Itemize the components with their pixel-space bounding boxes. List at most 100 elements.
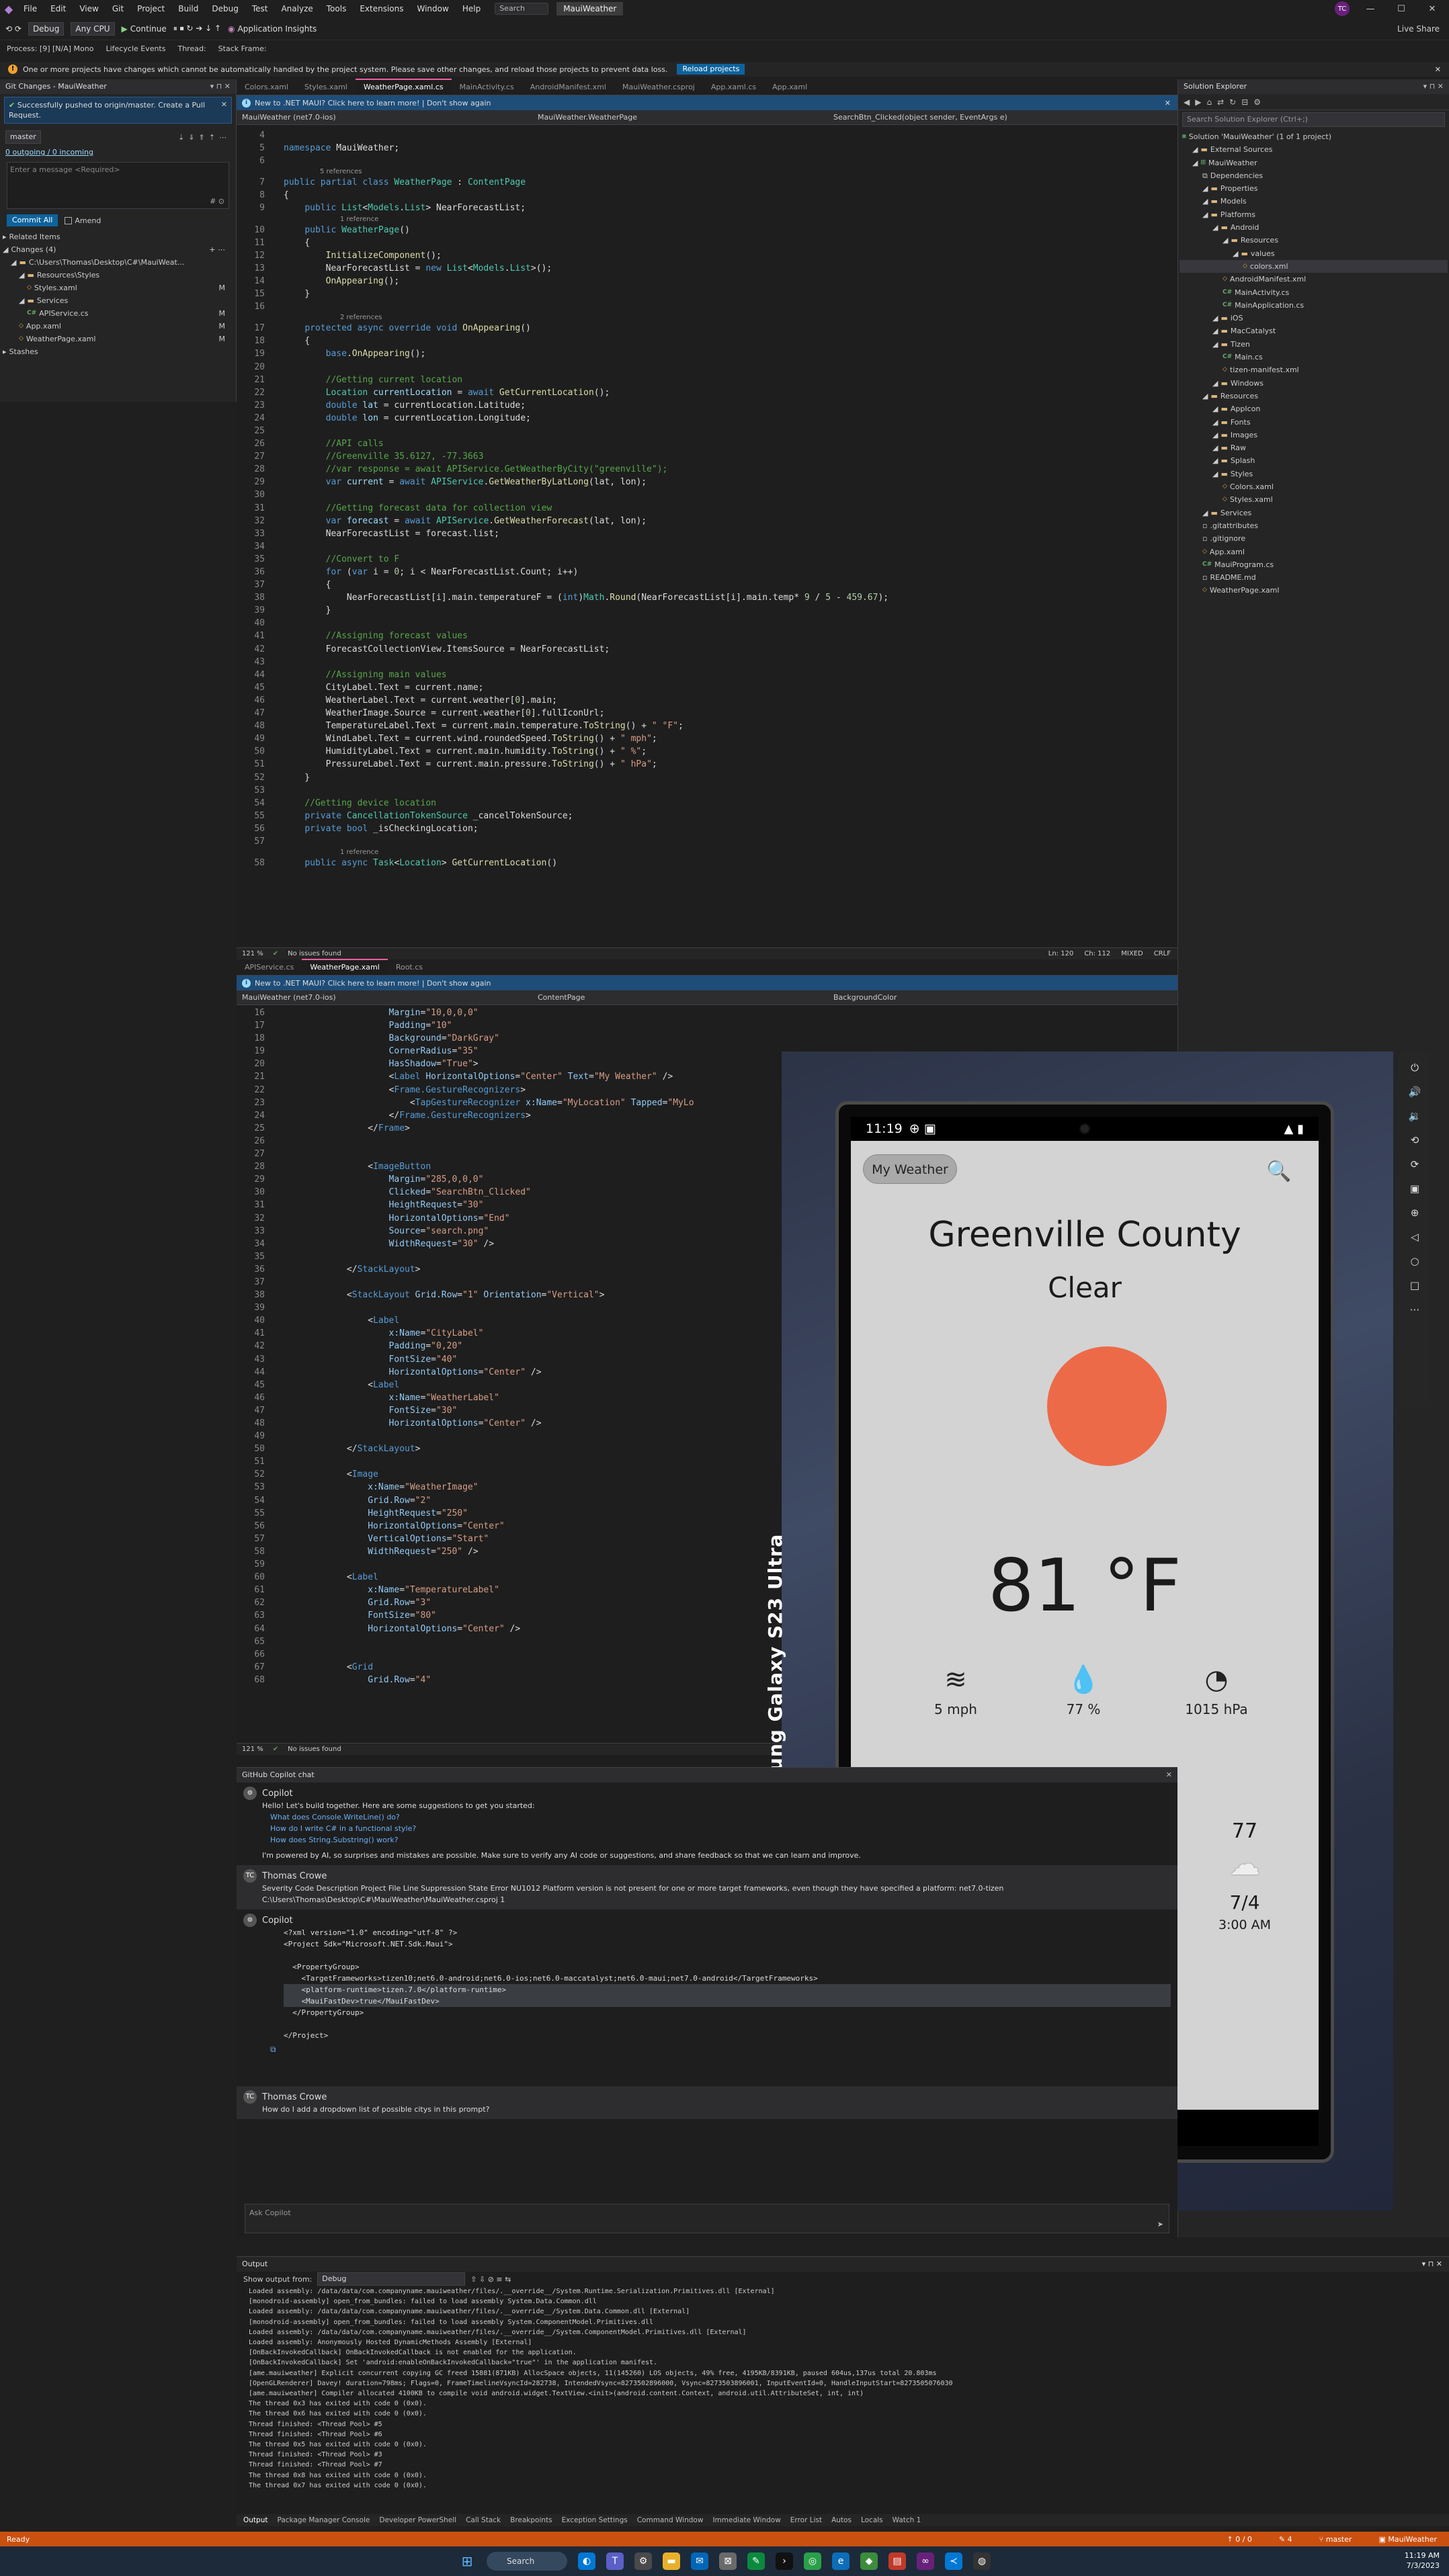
tab-apiservice-cs[interactable]: APIService.cs [237, 960, 302, 975]
insert-code-icon[interactable]: ⧉ [243, 2044, 1171, 2055]
solution-item[interactable]: C# MauiProgram.cs [1179, 558, 1448, 571]
bottom-tab-call-stack[interactable]: Call Stack [466, 2516, 501, 2524]
my-weather-button[interactable]: My Weather [863, 1154, 957, 1184]
solution-item[interactable]: ◢ ▬ AppIcon [1179, 402, 1448, 415]
output-toolbar-icons[interactable]: ⇧ ⇩ ⊘ ≡ ⇆ [470, 2275, 511, 2284]
repo-indicator[interactable]: ▣ MauiWeather [1379, 2535, 1437, 2544]
ask-copilot-input[interactable]: Ask Copilot ➤ [245, 2204, 1169, 2233]
app-icon[interactable]: ◍ [973, 2552, 991, 2570]
solution-item[interactable]: ◢ ▬ Platforms [1179, 208, 1448, 221]
project-dropdown[interactable]: MauiWeather (net7.0-ios) [237, 113, 532, 122]
solution-item[interactable]: ◢ ▬ Models [1179, 195, 1448, 208]
menu-edit[interactable]: Edit [44, 0, 72, 17]
suggestion-link[interactable]: How do I write C# in a functional style? [243, 1823, 1171, 1834]
branch-dropdown[interactable]: master [5, 130, 41, 144]
solution-item[interactable]: ◇ App.xaml [1179, 546, 1448, 558]
refresh-icon[interactable]: ↻ [1229, 97, 1236, 107]
branch-indicator[interactable]: ⑂ master [1319, 2535, 1352, 2544]
menu-test[interactable]: Test [246, 0, 274, 17]
member-dropdown[interactable]: SearchBtn_Clicked(object sender, EventAr… [828, 113, 1013, 122]
solution-item[interactable]: ⧉ Dependencies [1179, 169, 1448, 182]
process-dropdown[interactable]: Process: [9] [N/A] Mono [7, 44, 93, 53]
settings-icon[interactable]: ⚙ [634, 2552, 652, 2570]
solution-item[interactable]: ◢ ▬ Windows [1179, 377, 1448, 390]
solution-item[interactable]: ◢ ▬ Resources [1179, 390, 1448, 402]
bottom-tab-package-manager-console[interactable]: Package Manager Console [277, 2516, 370, 2524]
tab-mainactivity-cs[interactable]: MainActivity.cs [452, 80, 522, 95]
tab-root-cs[interactable]: Root.cs [388, 960, 431, 975]
terminal-icon[interactable]: › [776, 2552, 793, 2570]
solution-item[interactable]: ◢ ▬ values [1179, 247, 1448, 260]
tab-androidmanifest-xml[interactable]: AndroidManifest.xml [522, 80, 614, 95]
pane-controls-icon[interactable]: ▾ ⊓ ✕ [1423, 79, 1444, 94]
camera-icon[interactable]: ▣ [1410, 1183, 1419, 1195]
close-icon[interactable]: ✕ [1165, 99, 1171, 108]
solution-item[interactable]: ◇ AndroidManifest.xml [1179, 273, 1448, 286]
solution-item[interactable]: ⧈ Solution 'MauiWeather' (1 of 1 project) [1179, 130, 1448, 143]
changed-file[interactable]: ◢ ▬ Services [3, 294, 233, 307]
bottom-tab-watch-1[interactable]: Watch 1 [893, 2516, 921, 2524]
more-icon[interactable]: ⋯ [1410, 1303, 1420, 1316]
send-icon[interactable]: ➤ [1157, 2220, 1163, 2229]
solution-item[interactable]: ◢ ▬ Tizen [1179, 338, 1448, 351]
changed-file[interactable]: ◇ WeatherPage.xaml M [3, 333, 233, 345]
tab-mauiweather-csproj[interactable]: MauiWeather.csproj [614, 80, 703, 95]
tab-app-xaml-cs[interactable]: App.xaml.cs [703, 80, 764, 95]
solution-item[interactable]: ◢ ▬ Images [1179, 429, 1448, 441]
stack-frame-dropdown[interactable]: Stack Frame: [218, 44, 267, 53]
solution-item[interactable]: ◇ tizen-manifest.xml [1179, 363, 1448, 376]
solution-item[interactable]: ◇ Styles.xaml [1179, 493, 1448, 506]
pencil-indicator[interactable]: ✎ 4 [1279, 2535, 1292, 2544]
mail-icon[interactable]: ✉ [691, 2552, 708, 2570]
pane-controls-icon[interactable]: ▾ ⊓ ✕ [1422, 2257, 1442, 2272]
git-actions-icon[interactable]: ⇣⇓⇑⇡⋯ [178, 133, 231, 142]
amend-checkbox[interactable]: Amend [65, 216, 101, 225]
solution-item[interactable]: ◢ ▬ Styles [1179, 468, 1448, 480]
bottom-tab-developer-powershell[interactable]: Developer PowerShell [379, 2516, 456, 2524]
thread-dropdown[interactable]: Thread: [177, 44, 206, 53]
rotate-right-icon[interactable]: ⟳ [1411, 1158, 1419, 1170]
stage-icon[interactable]: + ⋯ [209, 243, 233, 256]
forward-icon[interactable]: ▶ [1195, 97, 1201, 107]
close-icon[interactable]: ✕ [1435, 65, 1441, 74]
search-icon[interactable]: 🔍 [1266, 1160, 1291, 1183]
solution-item[interactable]: ◢ ▬ Resources [1179, 234, 1448, 247]
file-explorer-icon[interactable]: ▬ [663, 2552, 680, 2570]
code-area[interactable]: 4 5 namespace MauiWeather; 6 5 references… [237, 125, 1177, 947]
search-input[interactable]: Search [495, 3, 549, 15]
maximize-icon[interactable]: ☐ [1391, 4, 1411, 14]
menu-help[interactable]: Help [456, 0, 487, 17]
bottom-tab-breakpoints[interactable]: Breakpoints [510, 2516, 552, 2524]
code-block[interactable]: <?xml version="1.0" encoding="utf-8" ?> <… [243, 1927, 1171, 2041]
config-dropdown[interactable]: Debug [28, 22, 65, 36]
solution-item[interactable]: ▫ README.md [1179, 571, 1448, 584]
power-icon[interactable]: ⏻ [1411, 1062, 1419, 1074]
taskbar-search[interactable]: Search [487, 2552, 567, 2571]
menu-window[interactable]: Window [411, 0, 455, 17]
app-icon[interactable]: ✎ [747, 2552, 765, 2570]
changed-file[interactable]: ◇ Styles.xaml M [3, 282, 233, 294]
outgoing-incoming-link[interactable]: 0 outgoing / 0 incoming [0, 148, 236, 157]
bottom-tab-locals[interactable]: Locals [861, 2516, 883, 2524]
back-icon[interactable]: ⟲ ⟳ [5, 24, 22, 34]
changes-header[interactable]: ◢ Changes (4) + ⋯ [3, 243, 233, 256]
close-icon[interactable]: ✕ [221, 99, 227, 110]
solution-item[interactable]: C# MainApplication.cs [1179, 299, 1448, 312]
menu-build[interactable]: Build [172, 0, 204, 17]
volume-down-icon[interactable]: 🔉 [1409, 1110, 1421, 1122]
solution-item[interactable]: ▫ .gitattributes [1179, 519, 1448, 532]
related-items-header[interactable]: ▸ Related Items [3, 230, 233, 243]
commit-message-input[interactable]: Enter a message <Required> # ⊙ [7, 162, 229, 209]
tab-app-xaml[interactable]: App.xaml [764, 80, 815, 95]
solution-item[interactable]: ◢ ▬ Android [1179, 221, 1448, 234]
changed-file[interactable]: C# APIService.cs M [3, 307, 233, 320]
type-dropdown[interactable]: MauiWeather.WeatherPage [532, 113, 828, 122]
solution-search-input[interactable]: Search Solution Explorer (Ctrl+;) [1182, 112, 1445, 127]
android-icon[interactable]: ◆ [860, 2552, 878, 2570]
suggestion-link[interactable]: What does Console.WriteLine() do? [243, 1811, 1171, 1823]
solution-item[interactable]: ◢ ▬ Fonts [1179, 416, 1448, 429]
output-log[interactable]: Loaded assembly: /data/data/com.companyn… [237, 2286, 1449, 2501]
tab-weatherpage-xaml[interactable]: WeatherPage.xaml [302, 959, 388, 975]
bottom-tab-exception-settings[interactable]: Exception Settings [562, 2516, 628, 2524]
taskbar-clock[interactable]: 11:19 AM 7/3/2023 [1405, 2550, 1440, 2571]
